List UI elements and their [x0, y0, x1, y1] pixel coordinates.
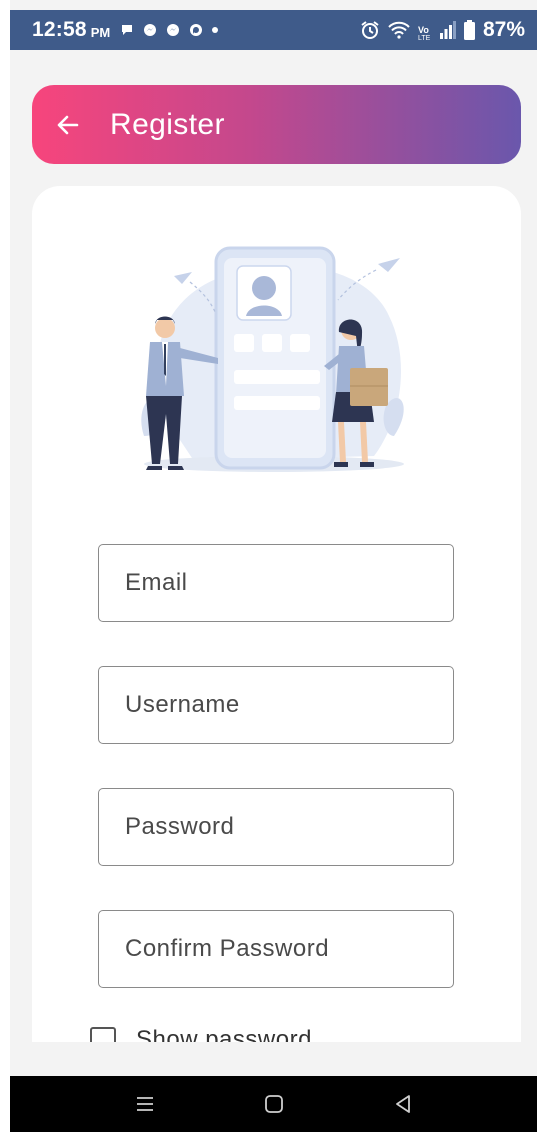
- home-button[interactable]: [254, 1084, 294, 1124]
- messenger-icon: [190, 24, 203, 36]
- messenger-icon: [167, 24, 180, 36]
- nav-back-button[interactable]: [383, 1084, 423, 1124]
- app-header: Register: [32, 85, 521, 164]
- status-right: Vo LTE 87%: [360, 18, 525, 42]
- arrow-left-icon: [57, 115, 79, 134]
- back-icon: [395, 1095, 410, 1113]
- system-navigation-bar: [10, 1076, 537, 1132]
- messenger-icon: [144, 24, 157, 36]
- notification-icons: [120, 23, 219, 37]
- notification-dot-icon: [212, 27, 219, 33]
- home-icon: [264, 1095, 283, 1113]
- status-ampm: PM: [90, 24, 111, 40]
- recents-icon: [136, 1097, 153, 1111]
- back-button[interactable]: [54, 111, 82, 139]
- page-title: Register: [110, 107, 225, 141]
- email-input[interactable]: [123, 568, 453, 598]
- confirm-password-field[interactable]: [98, 910, 454, 988]
- battery-percentage: 87%: [482, 18, 525, 41]
- alarm-icon: [361, 21, 379, 39]
- status-bar: 12:58 PM Vo LTE 87%: [10, 10, 537, 50]
- username-field[interactable]: [98, 666, 454, 744]
- username-input[interactable]: [123, 690, 453, 720]
- wifi-icon: [388, 21, 410, 39]
- lte-icon: VoLTE: [418, 25, 431, 40]
- bottom-spacer: [10, 1042, 537, 1076]
- registration-illustration: [141, 246, 404, 472]
- svg-text:Vo: Vo: [418, 25, 429, 35]
- email-field[interactable]: [98, 544, 454, 622]
- signal-icon: [439, 21, 456, 39]
- chat-bubble-icon: [122, 25, 133, 35]
- phone-screen: 12:58 PM Vo LTE 87% Register Email Usern…: [10, 0, 537, 1132]
- register-card: Show password: [32, 186, 521, 1053]
- recents-button[interactable]: [125, 1084, 165, 1124]
- status-left: 12:58 PM: [32, 18, 219, 42]
- status-time: 12:58: [32, 18, 87, 41]
- battery-icon: [463, 20, 475, 40]
- password-input[interactable]: [123, 812, 453, 842]
- svg-text:LTE: LTE: [418, 35, 431, 40]
- confirm-password-input[interactable]: [123, 934, 453, 964]
- password-field[interactable]: [98, 788, 454, 866]
